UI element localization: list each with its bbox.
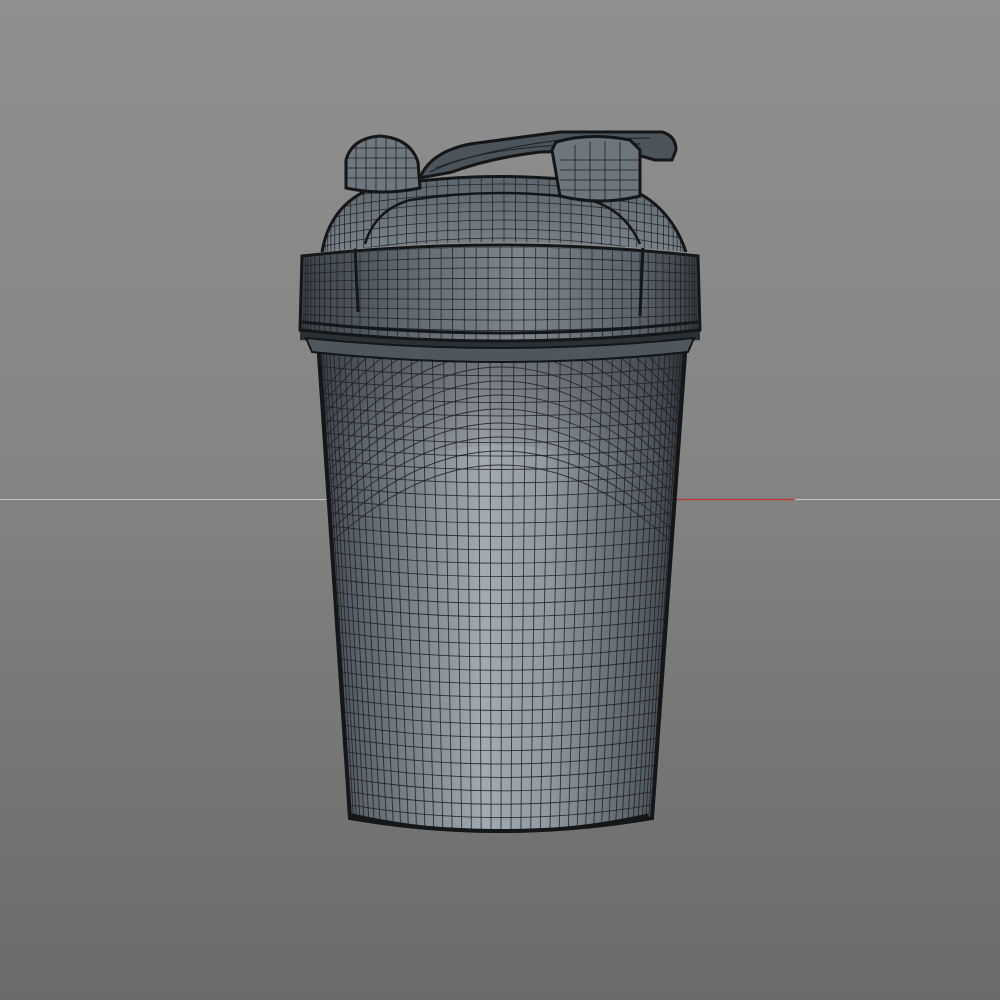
shaker-bottle-model[interactable] xyxy=(298,130,702,848)
cup-body[interactable] xyxy=(313,283,691,848)
3d-viewport[interactable] xyxy=(0,0,1000,1000)
viewport-scene[interactable] xyxy=(0,0,1000,1000)
lid-spout-cap[interactable] xyxy=(340,130,425,200)
